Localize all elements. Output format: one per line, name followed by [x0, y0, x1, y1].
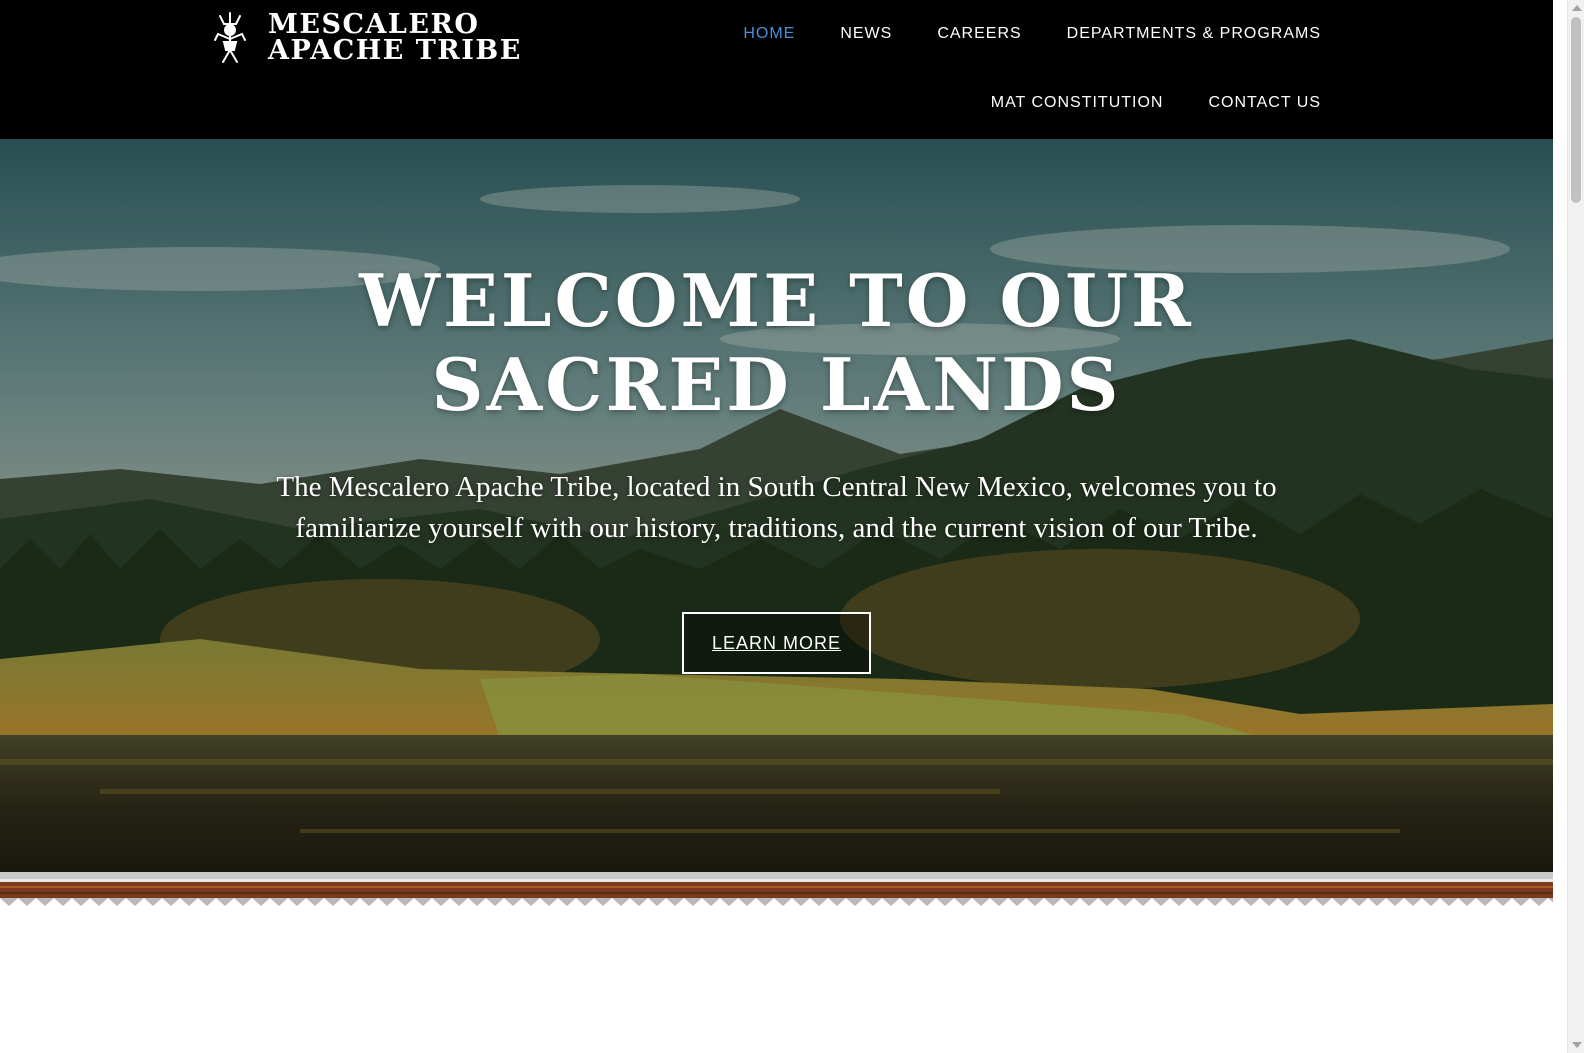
scroll-thumb[interactable]: [1571, 17, 1581, 203]
nav-item-mat-constitution[interactable]: MAT CONSTITUTION: [991, 91, 1164, 115]
nav-item-careers[interactable]: CAREERS: [937, 22, 1021, 46]
main-nav-row-2: MAT CONSTITUTION CONTACT US: [946, 91, 1321, 115]
hero-title-line-1: WELCOME TO OUR: [359, 258, 1194, 343]
nav-item-home[interactable]: HOME: [743, 22, 795, 46]
decorative-pattern-border: [0, 872, 1553, 906]
site-logo[interactable]: MESCALERO APACHE TRIBE: [208, 8, 522, 68]
site-header: MESCALERO APACHE TRIBE HOME NEWS CAREERS…: [0, 0, 1553, 139]
hero-title-line-2: SACRED LANDS: [431, 342, 1122, 427]
scroll-up-icon[interactable]: [1572, 5, 1582, 11]
main-nav-row-1: HOME NEWS CAREERS DEPARTMENTS & PROGRAMS: [698, 22, 1321, 46]
logo-wordmark: MESCALERO APACHE TRIBE: [268, 11, 522, 66]
crown-dancer-icon: [214, 12, 246, 63]
hero-title: WELCOME TO OUR SACRED LANDS: [0, 259, 1553, 427]
hero-section: WELCOME TO OUR SACRED LANDS The Mescaler…: [0, 139, 1553, 875]
page-scrollbar[interactable]: [1567, 0, 1584, 1053]
nav-item-news[interactable]: NEWS: [840, 22, 892, 46]
logo-line-2: APACHE TRIBE: [268, 35, 522, 66]
nav-item-contact-us[interactable]: CONTACT US: [1208, 91, 1321, 115]
learn-more-button[interactable]: LEARN MORE: [682, 612, 871, 674]
scroll-down-icon[interactable]: [1572, 1042, 1582, 1048]
nav-item-departments-programs[interactable]: DEPARTMENTS & PROGRAMS: [1067, 22, 1321, 46]
hero-subtitle: The Mescalero Apache Tribe, located in S…: [276, 471, 1277, 544]
